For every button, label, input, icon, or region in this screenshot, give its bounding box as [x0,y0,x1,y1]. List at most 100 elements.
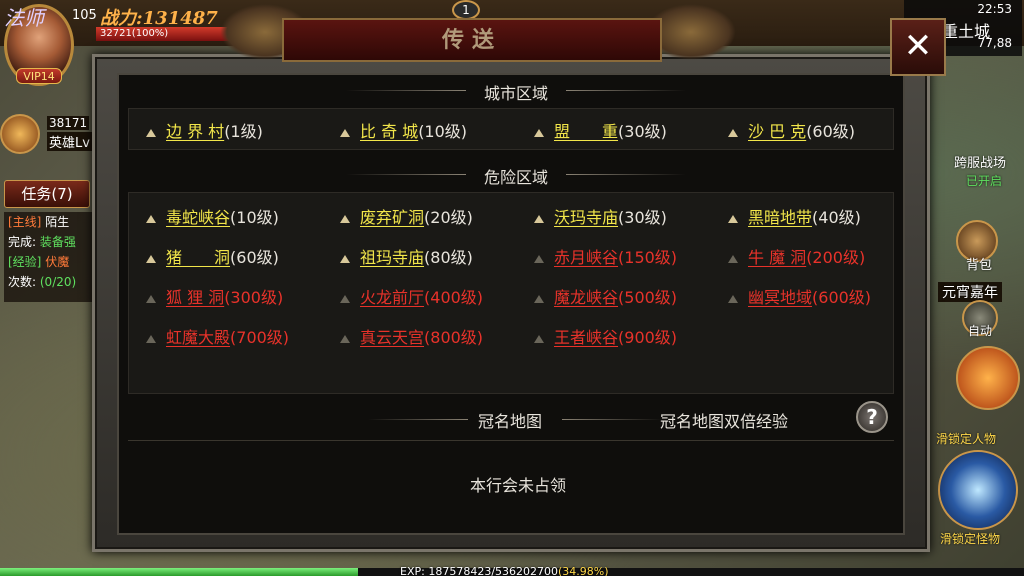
destination-level: (30级) [618,122,667,141]
destination-level: (150级) [618,248,678,267]
danger-destination[interactable]: 祖玛寺庙(80级) [340,244,473,268]
destination-name: 沃玛寺庙 [554,208,619,227]
destination-name: 赤月峡谷 [554,248,619,267]
guild-status-text: 本行会未占领 [469,476,566,495]
class-label: 法师 [4,6,44,30]
combat-power-label: 战力: [100,8,143,29]
divider [368,419,468,420]
exp-fill [0,568,359,576]
dialog-title: 传送 [282,18,662,62]
destination-level: (60级) [806,122,856,141]
arrow-up-icon [340,294,350,303]
destination-name: 猪 洞 [166,248,231,267]
destination-level: (10级) [230,208,279,227]
quest-button[interactable]: 任务(7) [4,180,90,208]
lock-monster-label: 滑锁定怪物 [940,532,1001,546]
exp-label: EXP: [400,565,425,576]
arrow-up-icon [534,254,544,263]
destination-name: 火龙前厅 [360,288,425,307]
city-destination[interactable]: 盟 重(30级) [534,118,667,142]
quest-tag: [经验] [8,255,42,269]
hero-icon[interactable] [0,114,40,154]
arrow-up-icon [340,334,350,343]
danger-destination[interactable]: 废弃矿洞(20级) [340,204,473,228]
destination-level: (20级) [424,208,473,227]
danger-destination[interactable]: 猪 洞(60级) [146,244,279,268]
close-button[interactable]: ✕ [890,18,946,76]
arrow-up-icon [146,254,156,263]
arrow-up-icon [534,334,544,343]
city-destination[interactable]: 比 奇 城(10级) [340,118,467,142]
exp-text: EXP: 187578423/536202700(34.98%) [400,565,609,576]
arrow-up-icon [146,334,156,343]
event-banner[interactable]: 元宵嘉年 [938,282,1002,302]
cross-server-label[interactable]: 跨服战场 [954,152,1006,171]
destination-name: 魔龙峡谷 [554,288,619,307]
arrow-up-icon [340,128,350,137]
arrow-up-icon [534,294,544,303]
guild-status: 本行会未占领 [0,472,1024,496]
quest-tracker[interactable]: [主线] 陌生 完成: 装备强 [经验] 伏魔 次数: (0/20) [4,212,92,302]
danger-destination[interactable]: 火龙前厅(400级) [340,284,483,308]
danger-destination[interactable]: 黑暗地带(40级) [728,204,861,228]
arrow-up-icon [146,214,156,223]
destination-level: (700级) [230,328,290,347]
destination-level: (600级) [812,288,872,307]
arrow-up-icon [728,128,738,137]
exp-value: 187578423/536202700 [428,565,559,576]
hero-value: 38171 [47,116,90,130]
city-destination[interactable]: 边 界 村(1级) [146,118,263,142]
hero-level-label: 英雄Lv [47,132,92,151]
auto-label: 自动 [968,324,993,338]
destination-name: 盟 重 [554,122,619,141]
danger-destination[interactable]: 虹魔大殿(700级) [146,324,289,348]
crown-map-label: 冠名地图 [478,412,543,431]
quest-line: 次数: (0/20) [8,272,92,292]
mail-icon[interactable]: 1 [452,0,480,20]
destination-name: 黑暗地带 [748,208,813,227]
city-section-header: 城市区域 [346,80,686,104]
exp-percent: (34.98%) [558,565,609,576]
vip-badge[interactable]: VIP14 [16,68,62,84]
danger-destination[interactable]: 沃玛寺庙(30级) [534,204,667,228]
arrow-up-icon [146,128,156,137]
city-destination[interactable]: 沙 巴 克(60级) [728,118,855,142]
destination-level: (300级) [224,288,284,307]
destination-name: 祖玛寺庙 [360,248,425,267]
destination-level: (900级) [618,328,678,347]
help-button[interactable]: ? [856,401,888,433]
quest-line: [经验] 伏魔 [8,252,92,272]
divider [562,419,662,420]
destination-name: 废弃矿洞 [360,208,425,227]
arrow-up-icon [728,214,738,223]
destination-level: (400级) [424,288,484,307]
destination-level: (40级) [812,208,861,227]
arrow-up-icon [534,128,544,137]
quest-text: 装备强 [39,235,76,249]
arrow-up-icon [340,254,350,263]
danger-destination[interactable]: 毒蛇峡谷(10级) [146,204,279,228]
danger-destination[interactable]: 狐 狸 洞(300级) [146,284,283,308]
quest-tag: [主线] [8,215,42,229]
arrow-up-icon [728,294,738,303]
map-coordinates: 77,88 [977,36,1012,50]
lock-player-icon[interactable] [956,346,1020,410]
divider [128,440,894,441]
crown-double-exp-label: 冠名地图双倍经验 [660,412,789,431]
danger-destination[interactable]: 赤月峡谷(150级) [534,244,677,268]
destination-level: (500级) [618,288,678,307]
destination-name: 边 界 村 [166,122,225,141]
destination-name: 幽冥地域 [748,288,813,307]
arrow-up-icon [728,254,738,263]
danger-destination[interactable]: 牛 魔 洞(200级) [728,244,865,268]
quest-line: [主线] 陌生 [8,212,92,232]
danger-destination[interactable]: 幽冥地域(600级) [728,284,871,308]
combat-power-value: 131487 [142,8,218,29]
destination-name: 真云天宫 [360,328,425,347]
danger-destination[interactable]: 真云天宫(800级) [340,324,483,348]
destination-name: 虹魔大殿 [166,328,231,347]
quest-text: 伏魔 [45,255,70,269]
danger-destination[interactable]: 王者峡谷(900级) [534,324,677,348]
destination-name: 比 奇 城 [360,122,419,141]
danger-destination[interactable]: 魔龙峡谷(500级) [534,284,677,308]
